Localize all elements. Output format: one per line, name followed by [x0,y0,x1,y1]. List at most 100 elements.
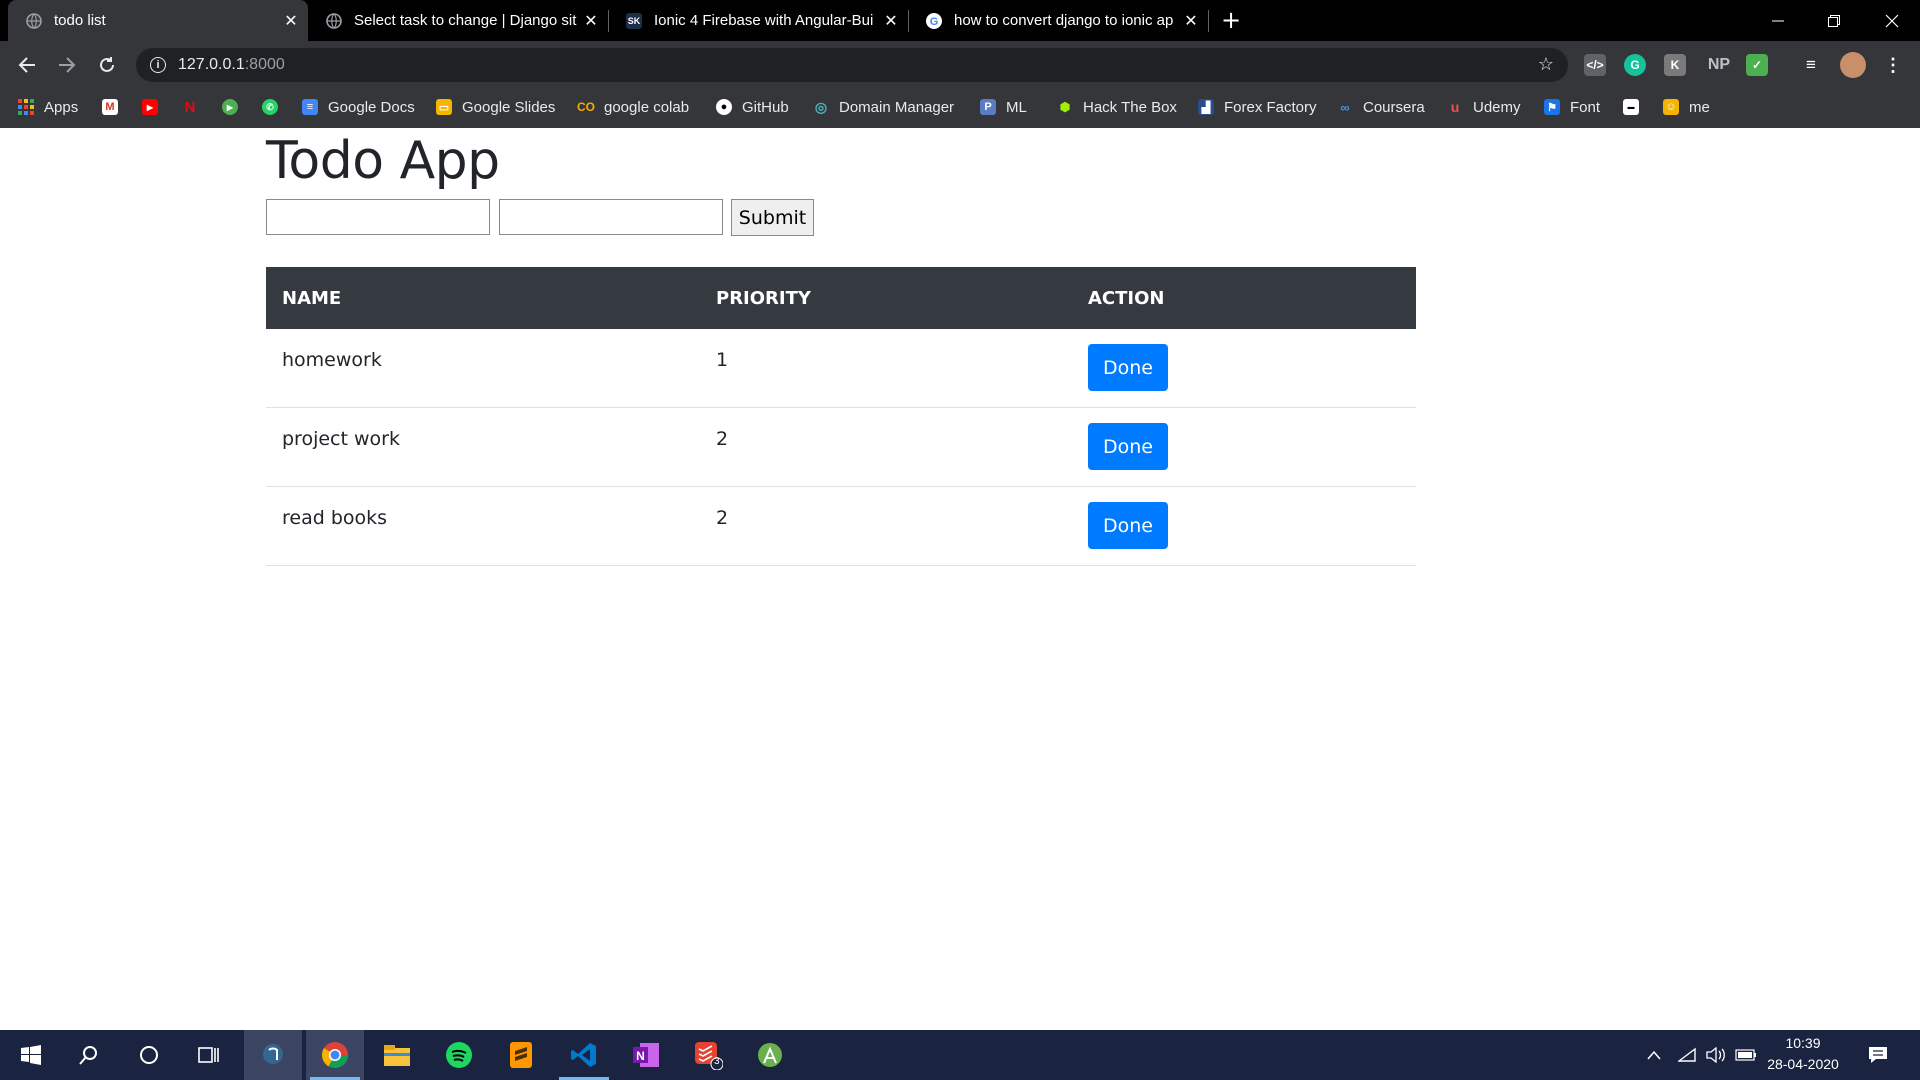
task-name-input[interactable] [266,199,490,235]
task-priority-cell: 2 [716,507,729,529]
tab-close-icon[interactable]: ✕ [1180,11,1202,31]
bookmark-label: Apps [44,98,79,116]
chrome-icon[interactable] [306,1030,364,1080]
address-bar[interactable]: i 127.0.0.1 :8000 ☆ [136,48,1568,82]
done-button[interactable]: Done [1088,502,1168,549]
postgresql-icon[interactable] [244,1030,302,1080]
new-tab-button[interactable]: + [1221,6,1241,34]
tab-title: how to convert django to ionic ap [954,12,1174,29]
np-icon[interactable]: NP [1704,54,1734,76]
p-icon: P [980,99,996,115]
bookmark-star-icon[interactable]: ☆ [1538,54,1554,75]
flag-icon: ⚑ [1544,99,1560,115]
task-priority-input[interactable] [499,199,723,235]
bookmark-ml[interactable]: P ML [980,87,1027,127]
bookmark-github[interactable]: ● GitHub [716,87,789,127]
onenote-icon[interactable]: N [617,1030,675,1080]
bookmark-google-colab[interactable]: CO google colab [577,87,689,127]
apps-grid-icon [18,99,34,115]
reload-icon[interactable] [93,51,121,79]
task-name-cell: project work [282,428,400,450]
forward-icon[interactable] [53,51,81,79]
close-window-icon[interactable] [1864,0,1920,41]
site-info-icon[interactable]: i [150,57,166,73]
code-icon[interactable]: </> [1584,54,1606,76]
bookmark-font[interactable]: ⚑ Font [1544,87,1600,127]
restore-icon[interactable] [1806,0,1862,41]
sublime-text-icon[interactable] [492,1030,550,1080]
todoist-badge: 3 [714,1056,720,1067]
google-icon: G [926,12,942,29]
android-studio-icon[interactable] [741,1030,799,1080]
bookmark-gmail[interactable]: M [102,87,128,127]
tab-close-icon[interactable]: ✕ [280,11,302,31]
bookmarks-bar: Apps M ▶ N ▶ ✆ ≡ Google Docs ▭ Google Sl… [0,87,1920,129]
volume-icon[interactable] [1706,1030,1726,1080]
tab-close-icon[interactable]: ✕ [880,11,902,31]
bookmark-label: Forex Factory [1224,98,1317,116]
action-center-icon[interactable] [1868,1030,1888,1080]
windows-taskbar: N 3 10:39 28-04-2020 [0,1030,1920,1080]
bookmark-label: Hack The Box [1083,98,1177,116]
show-hidden-icons[interactable] [1647,1030,1661,1080]
back-icon[interactable] [13,51,41,79]
task-name-cell: homework [282,349,382,371]
windows-start-icon[interactable] [2,1030,60,1080]
done-button[interactable]: Done [1088,344,1168,391]
bookmark-tag[interactable]: ▬ [1623,87,1649,127]
bookmark-apps[interactable]: Apps [18,87,78,127]
task-priority-cell: 2 [716,428,729,450]
avatar[interactable] [1840,52,1866,78]
bookmark-youtube[interactable]: ▶ [142,87,168,127]
file-explorer-icon[interactable] [368,1030,426,1080]
globe-icon [26,12,42,29]
bookmark-label: me [1689,98,1710,116]
media-queue-icon[interactable]: ≡ [1800,54,1822,76]
battery-icon[interactable] [1735,1030,1757,1080]
tab-ionic-firebase[interactable]: SK Ionic 4 Firebase with Angular-Bui ✕ [608,0,908,41]
bookmark-label: Google Slides [462,98,556,116]
menu-kebab-icon[interactable]: ⋮ [1882,54,1904,76]
search-icon[interactable] [60,1030,118,1080]
wifi-icon[interactable] [1678,1030,1696,1080]
tab-google-search[interactable]: G how to convert django to ionic ap ✕ [908,0,1208,41]
url-port: :8000 [244,56,285,73]
bookmark-udemy[interactable]: u Udemy [1447,87,1521,127]
k-icon[interactable]: K [1664,54,1686,76]
udemy-icon: u [1450,99,1460,115]
browser-tab-strip: todo list ✕ Select task to change | Djan… [0,0,1920,41]
tab-todo-list[interactable]: todo list ✕ [8,0,308,41]
bookmark-netflix[interactable]: N [182,87,208,127]
vscode-icon[interactable] [555,1030,613,1080]
column-header-action: ACTION [1088,287,1165,309]
tab-title: Ionic 4 Firebase with Angular-Bui [654,12,874,29]
grammarly-icon[interactable]: G [1624,54,1646,76]
spotify-icon[interactable] [430,1030,488,1080]
bookmark-whatsapp[interactable]: ✆ [262,87,288,127]
minimize-icon[interactable] [1750,0,1806,41]
bookmark-label: Coursera [1363,98,1425,116]
bookmark-forex-factory[interactable]: ▟ Forex Factory [1198,87,1317,127]
check-icon[interactable]: ✓ [1746,54,1768,76]
bookmark-coursera[interactable]: ∞ Coursera [1337,87,1425,127]
task-view-icon[interactable] [180,1030,238,1080]
bookmark-google-slides[interactable]: ▭ Google Slides [436,87,555,127]
todoist-icon[interactable]: 3 [679,1030,737,1080]
bookmark-me[interactable]: ☺ me [1663,87,1710,127]
svg-text:N: N [636,1049,645,1063]
bookmark-label: Google Docs [328,98,415,116]
bookmark-play[interactable]: ▶ [222,87,248,127]
bookmark-hack-the-box[interactable]: ⬢ Hack The Box [1057,87,1177,127]
cortana-icon[interactable] [120,1030,178,1080]
task-name-cell: read books [282,507,388,529]
domain-icon: ◎ [814,98,828,115]
bookmark-google-docs[interactable]: ≡ Google Docs [302,87,415,127]
system-clock[interactable]: 10:39 28-04-2020 [1758,1033,1848,1075]
bookmark-domain-manager[interactable]: ◎ Domain Manager [813,87,954,127]
tab-django-admin[interactable]: Select task to change | Django sit ✕ [308,0,608,41]
submit-button[interactable]: Submit [731,199,814,236]
gmail-icon: M [102,99,118,115]
done-button[interactable]: Done [1088,423,1168,470]
tab-close-icon[interactable]: ✕ [580,11,602,31]
tab-title: Select task to change | Django sit [354,12,577,29]
